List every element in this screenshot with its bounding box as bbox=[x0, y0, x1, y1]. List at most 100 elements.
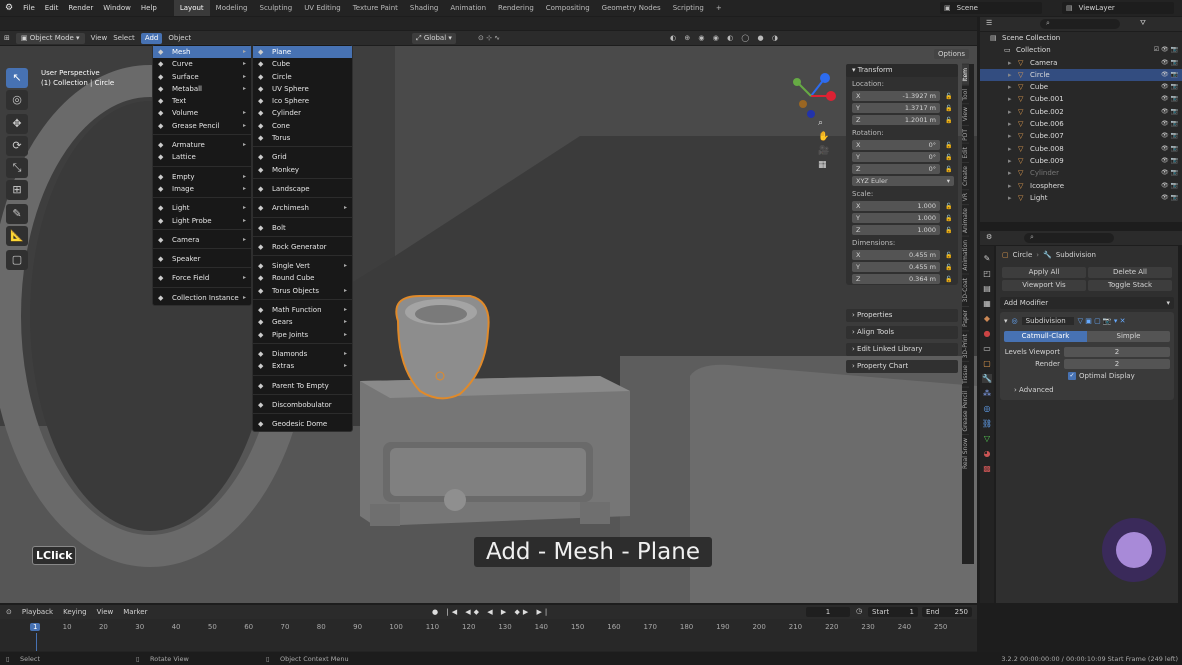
mesh-menu-item-discombobulator[interactable]: ◆ Discombobulator bbox=[253, 399, 352, 411]
toggle-stack-button[interactable]: Toggle Stack bbox=[1088, 280, 1172, 291]
collapse-icon[interactable]: ▾ bbox=[1004, 317, 1008, 325]
side-tab-vr[interactable]: VR bbox=[962, 189, 969, 205]
mesh-menu-item-math-function[interactable]: ◆ Math Function ▸ bbox=[253, 304, 352, 316]
physics-tab-icon[interactable]: ◎ bbox=[984, 404, 991, 413]
mesh-menu-item-geodesic-dome[interactable]: ◆ Geodesic Dome bbox=[253, 418, 352, 430]
add-menu-item-armature[interactable]: ◆ Armature ▸ bbox=[153, 139, 251, 151]
mesh-menu-item-cylinder[interactable]: ◆ Cylinder bbox=[253, 107, 352, 119]
add-menu-item-volume[interactable]: ◆ Volume ▸ bbox=[153, 107, 251, 119]
visibility-icon[interactable]: 👁 📷 bbox=[1161, 192, 1178, 204]
add-menu-item-grease-pencil[interactable]: ◆ Grease Pencil ▸ bbox=[153, 120, 251, 132]
mesh-menu-item-torus[interactable]: ◆ Torus bbox=[253, 132, 352, 144]
menu-help[interactable]: Help bbox=[136, 4, 162, 12]
expand-arrow-icon[interactable]: ▸ bbox=[1008, 167, 1012, 179]
add-menu-item-curve[interactable]: ◆ Curve ▸ bbox=[153, 58, 251, 70]
add-menu-item-collection-instance[interactable]: ◆ Collection Instance ▸ bbox=[153, 292, 251, 304]
expand-arrow-icon[interactable]: ▸ bbox=[1008, 180, 1012, 192]
visibility-icon[interactable]: 👁 📷 bbox=[1161, 167, 1178, 179]
dimension-y-field[interactable]: Y 0.455 m bbox=[852, 262, 940, 272]
visibility-icon[interactable]: 👁 📷 bbox=[1161, 155, 1178, 167]
rotate-tool[interactable]: ⟳ bbox=[6, 136, 28, 156]
location-y-field[interactable]: Y 1.3717 m bbox=[852, 103, 940, 113]
tab-layout[interactable]: Layout bbox=[173, 0, 210, 16]
tab-modeling[interactable]: Modeling bbox=[210, 0, 254, 16]
outliner-item-cube-001[interactable]: ▸ ▽ Cube.001 👁 📷 bbox=[980, 93, 1182, 105]
menu-view[interactable]: View bbox=[97, 608, 114, 616]
side-tab-tissue[interactable]: Tissue bbox=[962, 360, 969, 387]
lock-icon[interactable]: 🔓 bbox=[944, 276, 954, 283]
clock-icon[interactable]: ◷ bbox=[856, 607, 862, 615]
tool-tab-icon[interactable]: ✎ bbox=[984, 254, 991, 263]
tab-compositing[interactable]: Compositing bbox=[540, 0, 596, 16]
menu-select[interactable]: Select bbox=[113, 34, 135, 42]
add-menu-item-image[interactable]: ◆ Image ▸ bbox=[153, 183, 251, 195]
collection-tab-icon[interactable]: ▭ bbox=[983, 344, 991, 353]
scene-tab-icon[interactable]: ◆ bbox=[984, 314, 990, 323]
tab-rendering[interactable]: Rendering bbox=[492, 0, 540, 16]
mesh-menu-item-plane[interactable]: ◆ Plane bbox=[253, 46, 352, 59]
apply-all-button[interactable]: Apply All bbox=[1002, 267, 1086, 278]
properties-editor-icon[interactable]: ⚙ bbox=[986, 233, 992, 241]
outliner-item-cube-008[interactable]: ▸ ▽ Cube.008 👁 📷 bbox=[980, 143, 1182, 155]
outliner-item-camera[interactable]: ▸ ▽ Camera 👁 📷 bbox=[980, 57, 1182, 69]
add-menu-item-camera[interactable]: ◆ Camera ▸ bbox=[153, 234, 251, 246]
menu-render[interactable]: Render bbox=[63, 4, 98, 12]
menu-window[interactable]: Window bbox=[98, 4, 136, 12]
lock-icon[interactable]: 🔓 bbox=[944, 154, 954, 161]
menu-edit[interactable]: Edit bbox=[40, 4, 64, 12]
mesh-menu-item-bolt[interactable]: ◆ Bolt bbox=[253, 222, 352, 234]
optimal-display-checkbox[interactable]: ✓ bbox=[1068, 372, 1076, 380]
tab-uv-editing[interactable]: UV Editing bbox=[298, 0, 347, 16]
grid-view-icon[interactable]: ▦ bbox=[818, 160, 829, 170]
render-levels-field[interactable]: 2 bbox=[1064, 358, 1170, 369]
output-tab-icon[interactable]: ▤ bbox=[983, 284, 991, 293]
mesh-menu-item-monkey[interactable]: ◆ Monkey bbox=[253, 164, 352, 176]
expand-arrow-icon[interactable]: ▸ bbox=[1008, 118, 1012, 130]
expand-arrow-icon[interactable]: ▸ bbox=[1008, 143, 1012, 155]
visibility-icon[interactable]: 👁 📷 bbox=[1161, 57, 1178, 69]
outliner-item-cube-006[interactable]: ▸ ▽ Cube.006 👁 📷 bbox=[980, 118, 1182, 130]
pan-hand-icon[interactable]: ✋ bbox=[818, 132, 829, 142]
lock-icon[interactable]: 🔓 bbox=[944, 227, 954, 234]
location-z-field[interactable]: Z 1.2001 m bbox=[852, 115, 940, 125]
visibility-icon[interactable]: ☑ 👁 📷 bbox=[1154, 44, 1178, 56]
lock-icon[interactable]: 🔓 bbox=[944, 105, 954, 112]
panel-property-chart[interactable]: › Property Chart bbox=[846, 360, 958, 373]
expand-arrow-icon[interactable]: ▸ bbox=[1008, 106, 1012, 118]
side-tab-3d-print[interactable]: 3D-Print bbox=[962, 329, 969, 361]
mesh-menu-item-ico-sphere[interactable]: ◆ Ico Sphere bbox=[253, 95, 352, 107]
levels-viewport-field[interactable]: 2 bbox=[1064, 346, 1170, 357]
measure-tool[interactable]: 📐 bbox=[6, 226, 28, 246]
rotation-z-field[interactable]: Z 0° bbox=[852, 164, 940, 174]
menu-keying[interactable]: Keying bbox=[63, 608, 87, 616]
scale-z-field[interactable]: Z 1.000 bbox=[852, 225, 940, 235]
options-button[interactable]: Options bbox=[934, 49, 970, 59]
side-tab-create[interactable]: Create bbox=[962, 162, 969, 190]
annotate-tool[interactable]: ✎ bbox=[6, 204, 28, 224]
navigation-gizmo[interactable] bbox=[785, 70, 837, 122]
visibility-icon[interactable]: 👁 📷 bbox=[1161, 118, 1178, 130]
add-menu-item-force-field[interactable]: ◆ Force Field ▸ bbox=[153, 272, 251, 284]
add-menu-item-surface[interactable]: ◆ Surface ▸ bbox=[153, 71, 251, 83]
mesh-menu-item-gears[interactable]: ◆ Gears ▸ bbox=[253, 316, 352, 328]
constraints-tab-icon[interactable]: ⛓ bbox=[982, 419, 992, 428]
dimension-x-field[interactable]: X 0.455 m bbox=[852, 250, 940, 260]
tab-geometry-nodes[interactable]: Geometry Nodes bbox=[596, 0, 667, 16]
side-tab-pdt[interactable]: PDT bbox=[962, 124, 969, 144]
tab-animation[interactable]: Animation bbox=[444, 0, 492, 16]
outliner-editor-icon[interactable]: ☰ bbox=[986, 19, 992, 27]
lock-icon[interactable]: 🔓 bbox=[944, 142, 954, 149]
delete-all-button[interactable]: Delete All bbox=[1088, 267, 1172, 278]
rotation-y-field[interactable]: Y 0° bbox=[852, 152, 940, 162]
side-tab-3d-coat[interactable]: 3D-Coat bbox=[962, 274, 969, 306]
lock-icon[interactable]: 🔓 bbox=[944, 264, 954, 271]
view-layer-selector[interactable]: ▤ ViewLayer bbox=[1062, 2, 1174, 14]
outliner-item-cube-009[interactable]: ▸ ▽ Cube.009 👁 📷 bbox=[980, 155, 1182, 167]
cursor-tool[interactable]: ◎ bbox=[6, 90, 28, 110]
visibility-icon[interactable]: 👁 📷 bbox=[1161, 93, 1178, 105]
tab-scripting[interactable]: Scripting bbox=[667, 0, 710, 16]
blender-logo-icon[interactable]: ⚙ bbox=[0, 3, 18, 13]
zoom-icon[interactable]: ⌕ bbox=[818, 118, 829, 128]
menu-playback[interactable]: Playback bbox=[22, 608, 53, 616]
modifier-name-field[interactable]: Subdivision bbox=[1021, 317, 1074, 325]
